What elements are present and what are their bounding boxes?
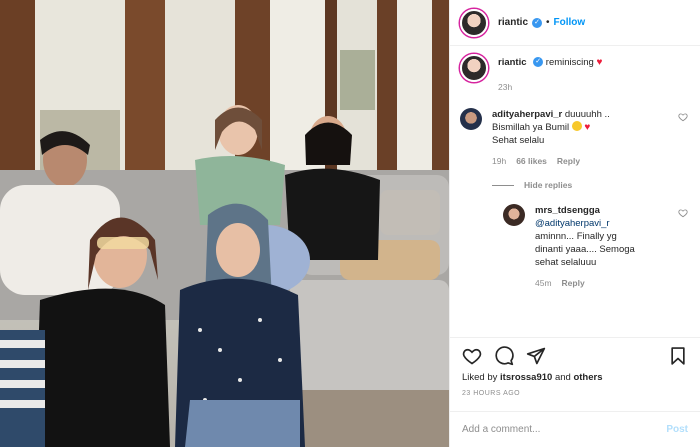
verified-badge-icon: ✓ bbox=[532, 17, 543, 28]
photo-illustration bbox=[0, 0, 449, 447]
caption-row: riantic ✓ reminiscing ♥ 23h bbox=[460, 54, 688, 94]
separator-dot: • bbox=[546, 17, 550, 28]
comment-text-line3: Sehat selalu bbox=[492, 135, 545, 146]
reply-mention-link[interactable]: @adityaherpavi_r bbox=[535, 218, 610, 229]
add-comment-bar: Post bbox=[450, 411, 700, 447]
reply-meta: 45m Reply bbox=[535, 277, 688, 290]
red-heart-emoji-icon: ♥ bbox=[584, 122, 591, 133]
post-photo[interactable] bbox=[0, 0, 449, 447]
liked-by-user[interactable]: itsrossa910 bbox=[500, 372, 552, 383]
caption-body: riantic ✓ reminiscing ♥ 23h bbox=[498, 56, 688, 94]
post-header: riantic ✓ • Follow bbox=[450, 0, 700, 46]
follow-button[interactable]: Follow bbox=[554, 17, 586, 28]
bookmark-icon[interactable] bbox=[668, 346, 688, 366]
hide-replies-button[interactable]: Hide replies bbox=[492, 180, 688, 190]
comment-item: adityaherpavi_r duuuuhh .. Bismillah ya … bbox=[460, 108, 688, 168]
author-username[interactable]: riantic bbox=[498, 17, 528, 28]
action-bar bbox=[450, 337, 700, 373]
heart-outline-icon[interactable] bbox=[462, 346, 482, 366]
smile-emoji-icon bbox=[571, 121, 582, 131]
reply-time[interactable]: 45m bbox=[535, 277, 552, 290]
caption-author-avatar[interactable] bbox=[460, 54, 488, 82]
comment-meta: 19h 66 likes Reply bbox=[492, 155, 688, 168]
comment-reply-button[interactable]: Reply bbox=[557, 155, 580, 168]
comments-list: riantic ✓ reminiscing ♥ 23h adityaherpav… bbox=[450, 54, 700, 336]
add-comment-input[interactable] bbox=[462, 424, 667, 435]
reply-body: mrs_tdsengga @adityaherpavi_r aminnn... … bbox=[535, 204, 688, 290]
comment-bubble-icon[interactable] bbox=[494, 345, 514, 366]
liked-by-and: and bbox=[554, 372, 571, 383]
caption-username[interactable]: riantic bbox=[498, 57, 527, 68]
liked-by-others[interactable]: others bbox=[573, 372, 602, 383]
comment-text-line2: Bismillah ya Bumil bbox=[492, 122, 570, 133]
comment-likes[interactable]: 66 likes bbox=[516, 155, 547, 168]
reply-like-heart-icon[interactable] bbox=[678, 208, 688, 218]
comment-time[interactable]: 19h bbox=[492, 155, 506, 168]
post-timestamp[interactable]: 23 HOURS AGO bbox=[462, 390, 520, 397]
caption-verified-icon: ✓ bbox=[533, 57, 544, 68]
reply-reply-button[interactable]: Reply bbox=[562, 277, 585, 290]
post-comment-button[interactable]: Post bbox=[666, 424, 688, 435]
caption-time[interactable]: 23h bbox=[498, 81, 512, 94]
post-sidebar: riantic ✓ • Follow riantic ✓ reminiscing… bbox=[449, 0, 700, 447]
reply-text-line2: dinanti yaaa.... Semoga bbox=[535, 244, 635, 255]
comment-like-heart-icon[interactable] bbox=[678, 112, 688, 122]
commenter-avatar[interactable] bbox=[460, 108, 482, 130]
liked-by-prefix: Liked by bbox=[462, 372, 498, 383]
reply-text-line1: aminnn... Finally yg bbox=[535, 231, 617, 242]
reply-avatar[interactable] bbox=[503, 204, 525, 226]
hide-replies-line bbox=[492, 184, 514, 186]
paper-plane-icon[interactable] bbox=[526, 346, 546, 366]
author-avatar[interactable] bbox=[460, 8, 488, 37]
reply-item: mrs_tdsengga @adityaherpavi_r aminnn... … bbox=[503, 204, 688, 290]
comment-body: adityaherpavi_r duuuuhh .. Bismillah ya … bbox=[492, 108, 688, 168]
liked-by-line: Liked by itsrossa910 and others bbox=[462, 372, 603, 383]
reply-username[interactable]: mrs_tdsengga bbox=[535, 205, 600, 216]
comment-username[interactable]: adityaherpavi_r bbox=[492, 109, 562, 120]
reply-text-line3: sehat selaluuu bbox=[535, 257, 597, 268]
caption-meta: 23h bbox=[498, 81, 688, 94]
caption-text: reminiscing bbox=[545, 57, 594, 68]
red-heart-emoji-icon: ♥ bbox=[596, 57, 603, 68]
comment-text-line1: duuuuhh .. bbox=[564, 109, 610, 120]
hide-replies-label: Hide replies bbox=[524, 180, 573, 190]
